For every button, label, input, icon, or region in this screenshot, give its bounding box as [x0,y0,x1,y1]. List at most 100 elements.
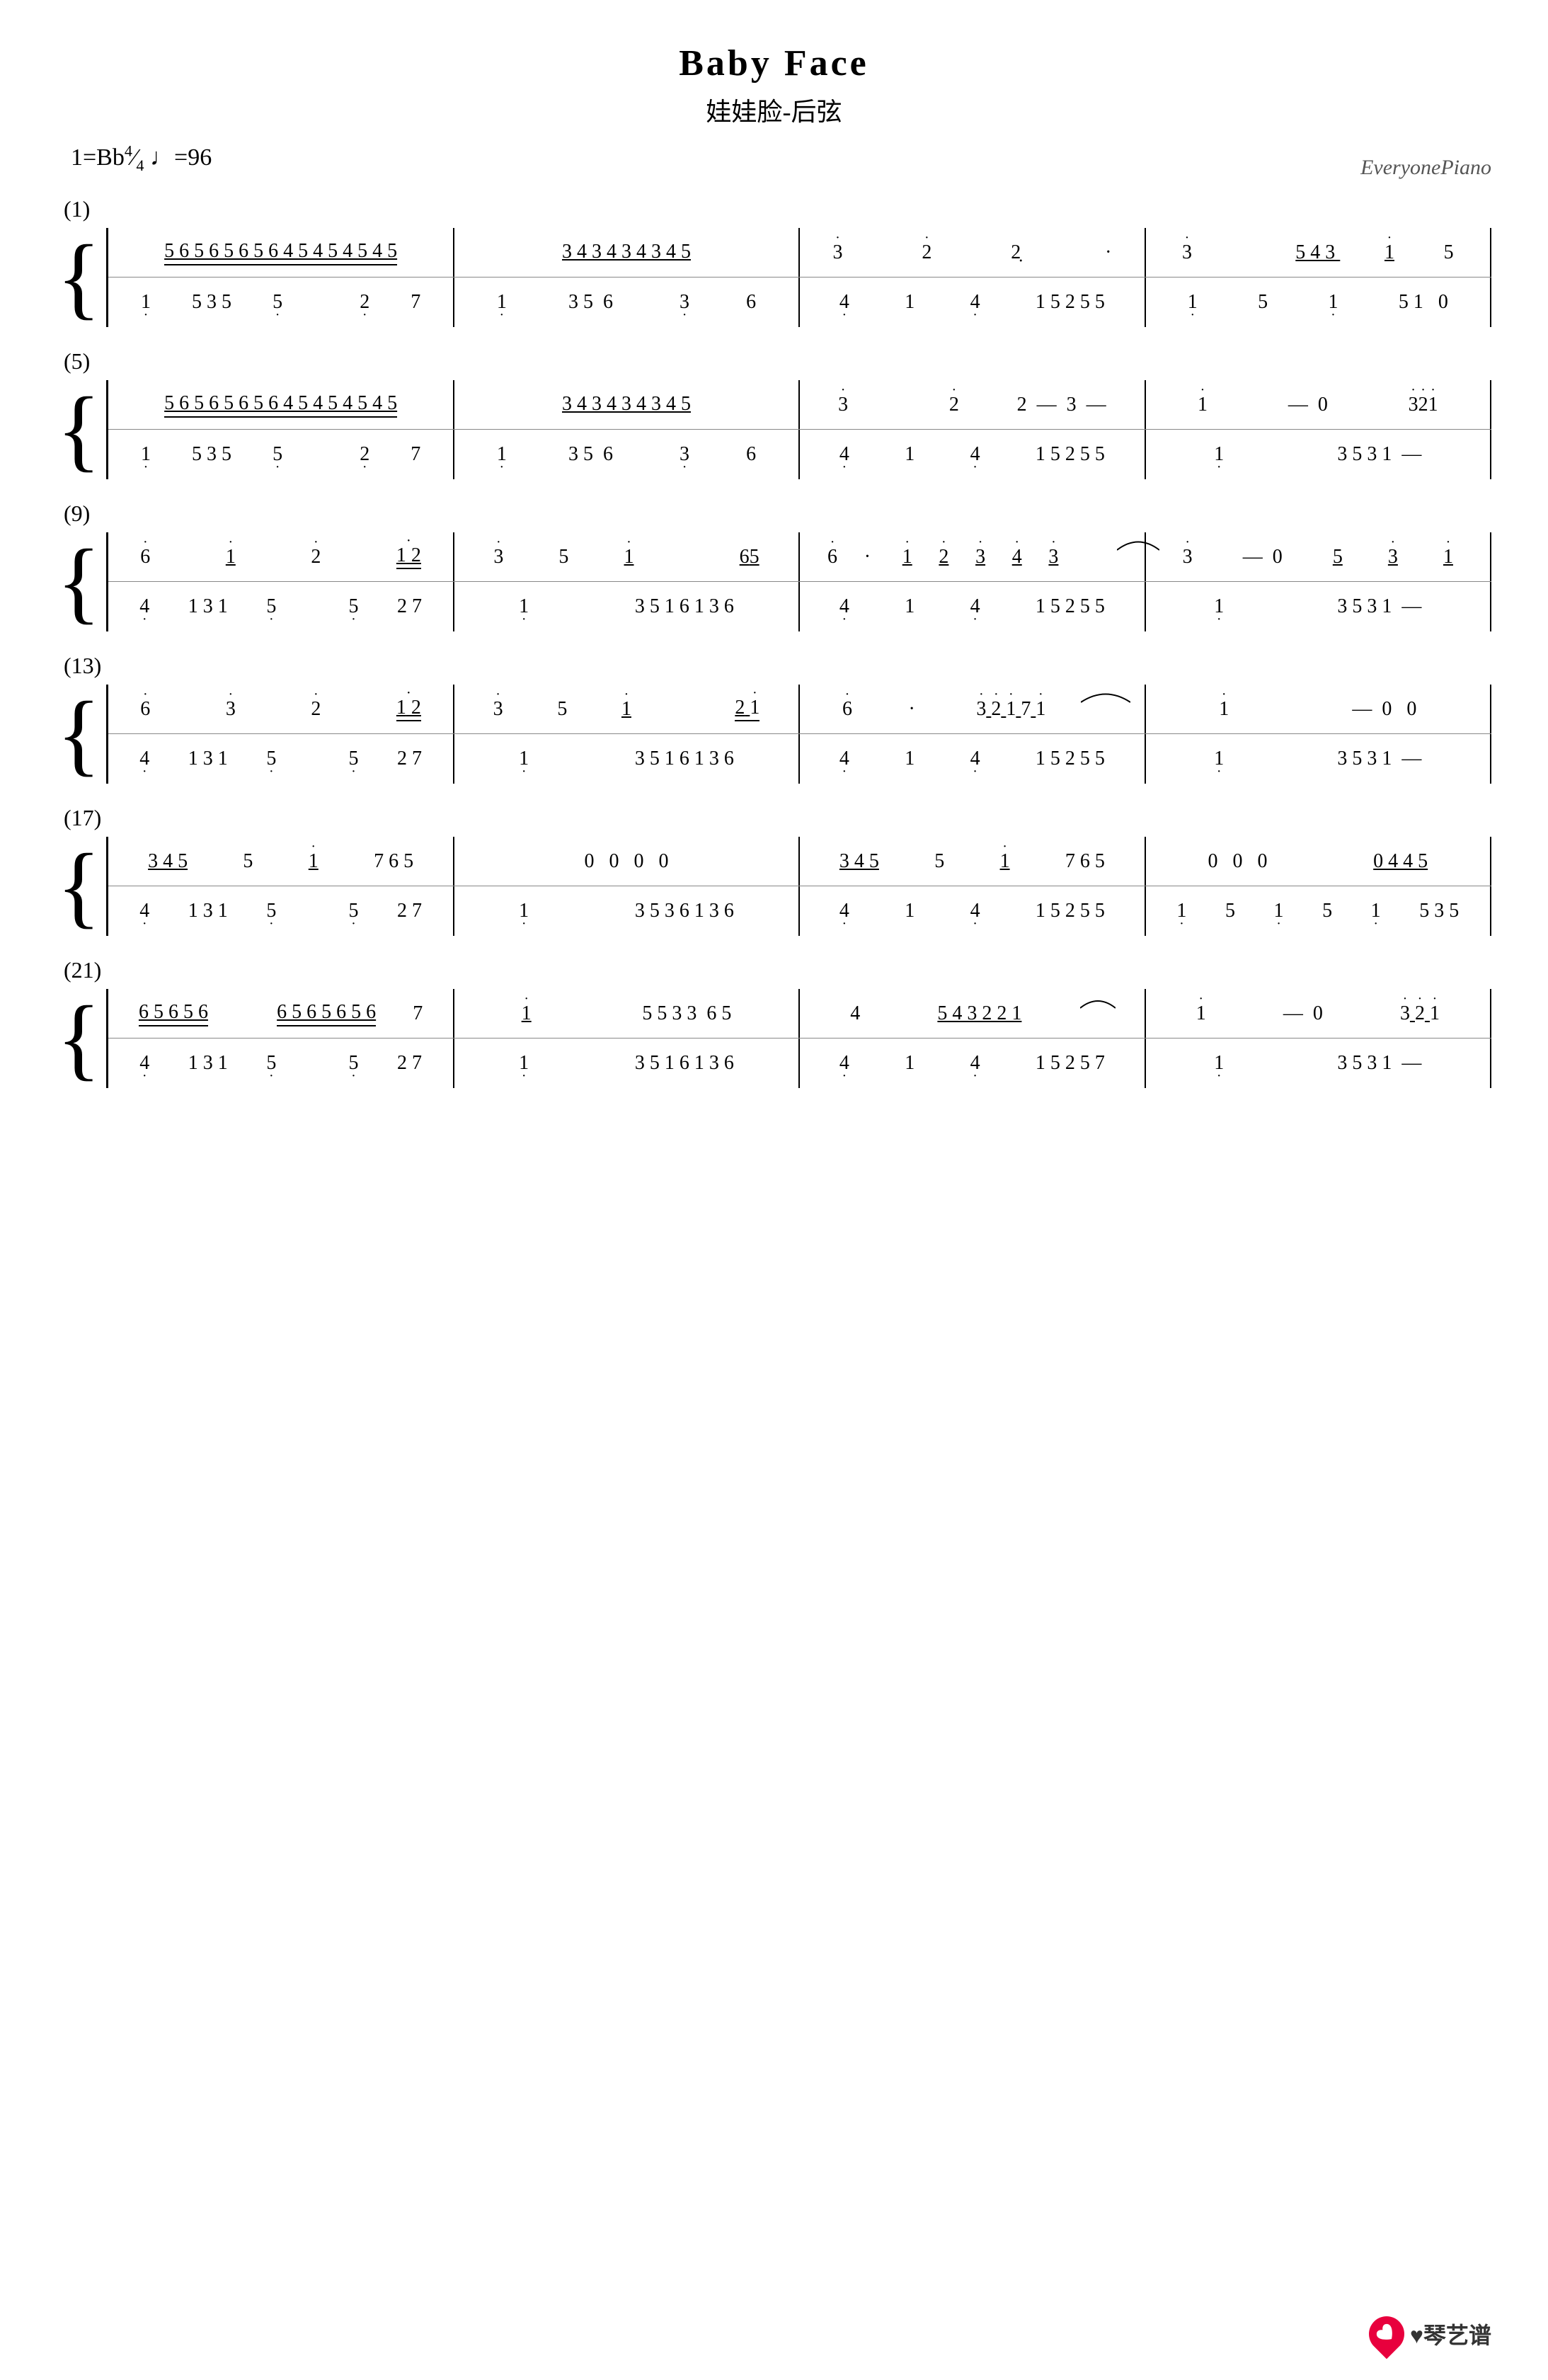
bass-measure-5-2: 1· 3 5 6 3· 6 [454,432,798,478]
bass-measure-13-3: 4· 1 4· 1 5 2 5 5 [800,736,1144,782]
measure-21-3: 4 5 4 3 2 2 1 [800,990,1144,1036]
staff-system-1: { 5 6 5 6 5 6 5 6 4 5 4 5 4 5 4 5 3 4 3 … [57,228,1491,327]
note: 2· [949,394,959,416]
logo: ♥琴艺谱 [1369,2316,1491,2352]
staff-system-17: { 3 4 5 5 1· 7 6 5 0 0 0 0 3 4 5 5 [57,837,1491,936]
tempo-text: 1=Bb4⁄4 ♩=96 [71,144,212,171]
note: 1· [1198,394,1208,416]
subtitle: 娃娃脸-后弦 [57,91,1491,128]
note-group: 6 5 6 5 6 5 6 [277,1001,376,1026]
barline [1490,685,1491,733]
measure-13-4: 1· — 0 0 [1146,686,1490,732]
watermark: EveryonePiano [1360,156,1491,180]
measure-1-1: 5 6 5 6 5 6 5 6 4 5 4 5 4 5 4 5 [108,229,452,275]
section-1: (1) { 5 6 5 6 5 6 5 6 4 5 4 5 4 5 4 5 3 … [57,196,1491,327]
bass-measure-17-3: 4· 1 4· 1 5 2 5 5 [800,888,1144,934]
measure-13-3: 6·· 3· 2· 1· 7 1· [800,686,1144,732]
bass-measure-13-2: 1· 3 5 1 6 1 3 6 [454,736,798,782]
measure-9-1: 6· 1· 2· 1· 2· [108,534,452,580]
logo-icon [1362,2309,1412,2359]
section-17: (17) { 3 4 5 5 1· 7 6 5 0 0 0 0 3 4 5 [57,805,1491,936]
barline [1490,380,1491,429]
measure-17-2: 0 0 0 0 [454,838,798,884]
measure-5-3: 3· 2· 2 — 3 — [800,382,1144,428]
bass-measure-21-4: 1· 3 5 3 1 — [1146,1041,1490,1087]
section-13: (13) { 6· 3· 2· 1· 2· 3· 5 1· [57,653,1491,784]
staff-system-5: { 5 6 5 6 5 6 5 6 4 5 4 5 4 5 4 5 3 4 3 … [57,380,1491,479]
note: 2· [922,241,931,264]
bass-measure-21-3: 4· 1 4· 1 5 2 5 7 [800,1041,1144,1087]
measure-9-3: 6·· 1· 2· 3· 4· 3· [800,534,1144,580]
section-label-21: (21) [57,957,1491,983]
note: 4· [839,291,849,314]
staves-13: 6· 3· 2· 1· 2· 3· 5 1· 2 1· [106,685,1491,784]
measure-5-1: 5 6 5 6 5 6 5 6 4 5 4 5 4 5 4 5 [108,382,452,428]
treble-5: 5 6 5 6 5 6 5 6 4 5 4 5 4 5 4 5 3 4 3 4 … [108,380,1491,430]
bass-measure-1-4: 1· 5 1· 5 1 0 [1146,280,1490,326]
section-label-5: (5) [57,348,1491,374]
measure-1-2: 3 4 3 4 3 4 3 4 5 [454,229,798,275]
staves-9: 6· 1· 2· 1· 2· 3· 5 1· 65 [106,532,1491,631]
note: 4· [970,291,980,314]
bass-measure-9-3: 4· 1 4· 1 5 2 5 5 [800,584,1144,630]
treble-1: 5 6 5 6 5 6 5 6 4 5 4 5 4 5 4 5 3 4 3 4 … [108,228,1491,278]
bass-measure-1-3: 4· 1 4· 1 5 2 5 5 [800,280,1144,326]
page-title: Baby Face [57,42,1491,84]
note-group: 5 6 5 6 5 6 5 6 4 5 4 5 4 5 4 5 [164,240,397,265]
staff-system-13: { 6· 3· 2· 1· 2· 3· 5 1· [57,685,1491,784]
bass-measure-13-1: 4· 1 3 1 5· 5· 2 7 [108,736,452,782]
note-group: 3 4 5 [839,850,879,873]
staves-5: 5 6 5 6 5 6 5 6 4 5 4 5 4 5 4 5 3 4 3 4 … [106,380,1491,479]
note-group: 6 5 6 5 6 [139,1001,208,1026]
treble-21: 6 5 6 5 6 6 5 6 5 6 5 6 7 1· 5 5 3 3 6 5… [108,989,1491,1039]
note: 3· [832,241,842,264]
measure-1-4: 3· 5 4 3 1· 5 [1146,229,1490,275]
measure-13-1: 6· 3· 2· 1· 2· [108,686,452,732]
bass-21: 4· 1 3 1 5· 5· 2 7 1· 3 5 1 6 1 3 6 4· 1 [108,1039,1491,1088]
barline [1490,886,1491,936]
measure-9-4: 3· — 0 5 3· 1· [1146,534,1490,580]
measure-13-2: 3· 5 1· 2 1· [454,686,798,732]
note-group: 65 [740,546,759,568]
section-label-9: (9) [57,500,1491,527]
measure-5-2: 3 4 3 4 3 4 3 4 5 [454,382,798,428]
measure-21-1: 6 5 6 5 6 6 5 6 5 6 5 6 7 [108,990,452,1036]
brace-1: { [57,228,101,327]
bass-measure-21-2: 1· 3 5 1 6 1 3 6 [454,1041,798,1087]
bass-1: 1· 5 3 5 5· 2· 7 1· 3 5 6 3· 6 4· [108,278,1491,327]
bass-measure-17-4: 1· 5 1· 5 1· 5 3 5 [1146,888,1490,934]
note: 1· [141,291,151,314]
note-group: 3· 2· 1· 7 1· [976,698,1045,721]
bass-measure-1-1: 1· 5 3 5 5· 2· 7 [108,280,452,326]
measure-17-1: 3 4 5 5 1· 7 6 5 [108,838,452,884]
note: 1· [1328,291,1338,314]
measure-9-2: 3· 5 1· 65 [454,534,798,580]
brace-5: { [57,380,101,479]
bass-measure-5-1: 1· 5 3 5 5· 2· 7 [108,432,452,478]
section-label-1: (1) [57,196,1491,222]
note-group: 5 4 3 [1295,241,1340,264]
bass-17: 4· 1 3 1 5· 5· 2 7 1· 3 5 3 6 1 3 6 4· 1 [108,886,1491,936]
note-group: 5 [1333,546,1343,568]
note-group: 3 4 5 [148,850,188,873]
staff-system-21: { 6 5 6 5 6 6 5 6 5 6 5 6 7 1· 5 5 3 3 6… [57,989,1491,1088]
note: 1· [1384,241,1394,264]
note: 3· [838,394,848,416]
bass-measure-5-4: 1· 3 5 3 1 — [1146,432,1490,478]
staves-1: 5 6 5 6 5 6 5 6 4 5 4 5 4 5 4 5 3 4 3 4 … [106,228,1491,327]
section-5: (5) { 5 6 5 6 5 6 5 6 4 5 4 5 4 5 4 5 3 … [57,348,1491,479]
tempo-line: 1=Bb4⁄4 ♩=96 [57,142,1491,175]
section-9: (9) { 6· 1· 2· 1· 2· 3· 5 1· [57,500,1491,631]
brace-21: { [57,989,101,1088]
staves-21: 6 5 6 5 6 6 5 6 5 6 5 6 7 1· 5 5 3 3 6 5… [106,989,1491,1088]
brace-17: { [57,837,101,936]
barline [1490,734,1491,784]
brace-13: { [57,685,101,784]
bass-measure-1-2: 1· 3 5 6 3· 6 [454,280,798,326]
logo-text: ♥琴艺谱 [1410,2318,1491,2350]
note: 2̣ [1011,241,1021,264]
treble-13: 6· 3· 2· 1· 2· 3· 5 1· 2 1· [108,685,1491,734]
treble-9: 6· 1· 2· 1· 2· 3· 5 1· 65 [108,532,1491,582]
bass-measure-13-4: 1· 3 5 3 1 — [1146,736,1490,782]
note-group: 3 4 3 4 3 4 3 4 5 [562,393,691,417]
